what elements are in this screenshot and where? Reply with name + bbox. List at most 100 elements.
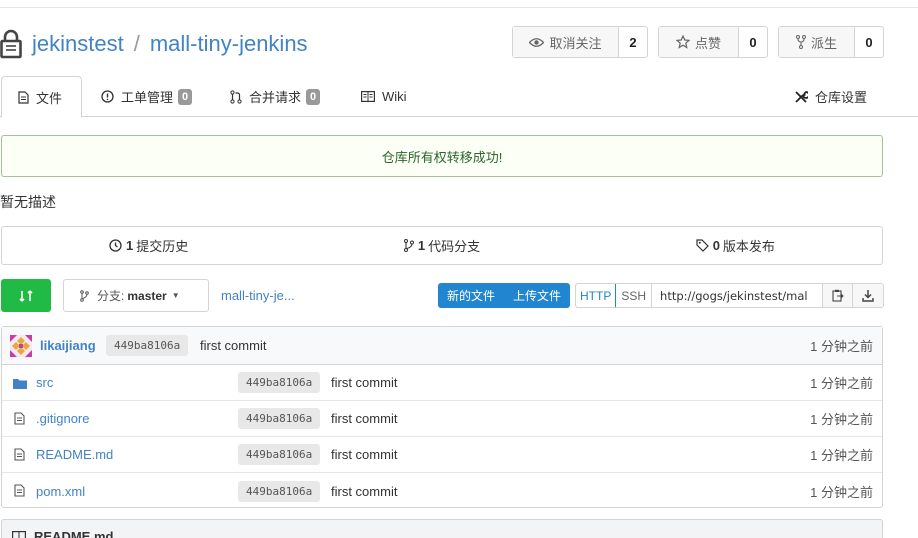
watch-count[interactable]: 2 bbox=[619, 27, 647, 57]
branches-label: 代码分支 bbox=[428, 239, 481, 254]
tab-issues-label: 工单管理 bbox=[121, 90, 174, 105]
file-commit-time: 1 分钟之前 bbox=[810, 412, 873, 427]
fork-icon bbox=[795, 35, 806, 49]
folder-icon bbox=[13, 377, 27, 392]
star-button[interactable]: 点赞 bbox=[659, 27, 739, 57]
repo-action-buttons: 取消关注 2 点赞 0 派生 0 bbox=[502, 26, 884, 58]
file-name-link[interactable]: pom.xml bbox=[36, 484, 85, 499]
file-text-icon bbox=[14, 484, 25, 500]
readme-title: README.md bbox=[34, 529, 114, 538]
file-toolbar: 分支: master ▼ mall-tiny-je... 新的文件 上传文件 H… bbox=[0, 279, 918, 313]
table-row[interactable]: README.md 449ba8106a first commit 1 分钟之前 bbox=[2, 437, 882, 473]
ssh-clone-button[interactable]: SSH bbox=[616, 284, 653, 307]
readme-header: README.md bbox=[1, 519, 883, 538]
avatar[interactable] bbox=[10, 335, 32, 357]
file-table: likaijiang 449ba8106a first commit 1 分钟之… bbox=[1, 326, 883, 508]
star-label: 点赞 bbox=[694, 35, 721, 51]
book-icon bbox=[12, 530, 27, 538]
tab-pulls[interactable]: 合并请求 0 bbox=[230, 76, 321, 117]
watch-label: 取消关注 bbox=[549, 35, 602, 51]
file-name-link[interactable]: .gitignore bbox=[36, 411, 89, 426]
table-row[interactable]: .gitignore 449ba8106a first commit 1 分钟之… bbox=[2, 401, 882, 437]
branches-stat[interactable]: 1 代码分支 bbox=[295, 227, 588, 264]
file-commit-message[interactable]: first commit bbox=[331, 375, 397, 390]
issue-icon bbox=[101, 90, 114, 103]
commit-time: 1 分钟之前 bbox=[810, 339, 873, 354]
file-actions-group: 新的文件 上传文件 bbox=[438, 283, 571, 308]
watch-button-group[interactable]: 取消关注 2 bbox=[512, 26, 648, 58]
upload-file-button[interactable]: 上传文件 bbox=[504, 283, 570, 308]
history-icon bbox=[109, 239, 122, 252]
repo-tabs: 文件 工单管理 0 合并请求 0 Wiki 仓库设置 bbox=[0, 76, 918, 118]
clone-url-input[interactable]: http://gogs/jekinstest/mal bbox=[652, 284, 824, 307]
http-clone-button[interactable]: HTTP bbox=[576, 284, 617, 307]
fork-count[interactable]: 0 bbox=[855, 27, 883, 57]
eye-icon bbox=[529, 37, 545, 47]
clipboard-icon bbox=[831, 289, 844, 302]
tab-settings[interactable]: 仓库设置 bbox=[794, 76, 867, 117]
top-border bbox=[0, 7, 918, 8]
file-commit-time: 1 分钟之前 bbox=[810, 448, 873, 463]
repo-name-link[interactable]: mall-tiny-jenkins bbox=[150, 31, 308, 57]
repo-header: jekinstest / mall-tiny-jenkins bbox=[0, 24, 308, 64]
table-row[interactable]: src 449ba8106a first commit 1 分钟之前 bbox=[2, 365, 882, 401]
pull-request-icon bbox=[230, 89, 242, 104]
file-commit-message[interactable]: first commit bbox=[331, 447, 397, 462]
file-commit-message[interactable]: first commit bbox=[331, 484, 397, 499]
releases-stat[interactable]: 0 版本发布 bbox=[589, 227, 882, 264]
book-icon bbox=[361, 91, 375, 102]
star-count[interactable]: 0 bbox=[739, 27, 767, 57]
file-commit-time: 1 分钟之前 bbox=[810, 376, 873, 391]
branch-icon bbox=[403, 239, 414, 252]
download-icon bbox=[862, 290, 874, 302]
compare-button[interactable] bbox=[1, 279, 51, 312]
pulls-count-badge: 0 bbox=[306, 88, 321, 105]
table-row[interactable]: pom.xml 449ba8106a first commit 1 分钟之前 bbox=[2, 473, 882, 509]
repo-title-separator: / bbox=[133, 31, 140, 56]
branch-dropdown[interactable]: 分支: master ▼ bbox=[63, 279, 209, 312]
fork-button-group[interactable]: 派生 0 bbox=[778, 26, 884, 58]
repo-owner-link[interactable]: jekinstest bbox=[32, 31, 124, 57]
branch-icon bbox=[80, 289, 89, 302]
commit-author-link[interactable]: likaijiang bbox=[40, 338, 96, 353]
file-commit-time: 1 分钟之前 bbox=[810, 484, 873, 500]
star-icon bbox=[675, 35, 690, 49]
file-commit-sha[interactable]: 449ba8106a bbox=[238, 480, 321, 502]
commits-stat[interactable]: 1 提交历史 bbox=[2, 227, 295, 264]
file-commit-sha[interactable]: 449ba8106a bbox=[238, 408, 321, 429]
fork-label: 派生 bbox=[810, 35, 837, 51]
file-text-icon bbox=[14, 412, 25, 428]
tab-settings-label: 仓库设置 bbox=[815, 90, 868, 105]
tab-files-label: 文件 bbox=[36, 90, 63, 106]
copy-url-button[interactable] bbox=[823, 284, 854, 307]
new-file-button[interactable]: 新的文件 bbox=[438, 283, 504, 308]
breadcrumb-repo-link[interactable]: mall-tiny-je... bbox=[221, 288, 295, 303]
tab-issues[interactable]: 工单管理 0 bbox=[101, 76, 193, 117]
file-name-link[interactable]: src bbox=[36, 375, 53, 390]
file-commit-sha[interactable]: 449ba8106a bbox=[238, 444, 321, 465]
tools-icon bbox=[795, 90, 808, 103]
file-commit-sha[interactable]: 449ba8106a bbox=[238, 372, 321, 393]
fork-button[interactable]: 派生 bbox=[779, 27, 855, 57]
file-commit-message[interactable]: first commit bbox=[331, 411, 397, 426]
compare-icon bbox=[19, 289, 33, 302]
branch-name: master bbox=[127, 288, 167, 303]
releases-label: 版本发布 bbox=[722, 239, 775, 254]
commit-message: first commit bbox=[200, 338, 267, 353]
repo-title: jekinstest / mall-tiny-jenkins bbox=[32, 31, 308, 57]
watch-button[interactable]: 取消关注 bbox=[513, 27, 619, 57]
commit-sha[interactable]: 449ba8106a bbox=[106, 335, 189, 356]
repo-stats-bar: 1 提交历史 1 代码分支 0 版本发布 bbox=[1, 226, 883, 265]
commits-count: 1 bbox=[126, 238, 134, 253]
tag-icon bbox=[696, 239, 709, 252]
tab-wiki[interactable]: Wiki bbox=[361, 76, 407, 117]
latest-commit-row: likaijiang 449ba8106a first commit 1 分钟之… bbox=[2, 327, 882, 365]
issues-count-badge: 0 bbox=[178, 88, 193, 105]
lock-icon bbox=[0, 29, 22, 59]
commits-label: 提交历史 bbox=[136, 239, 189, 254]
clone-panel: HTTP SSH http://gogs/jekinstest/mal bbox=[575, 283, 885, 308]
star-button-group[interactable]: 点赞 0 bbox=[658, 26, 768, 58]
tab-files[interactable]: 文件 bbox=[1, 76, 82, 118]
download-button[interactable] bbox=[853, 284, 884, 307]
file-name-link[interactable]: README.md bbox=[36, 447, 113, 462]
